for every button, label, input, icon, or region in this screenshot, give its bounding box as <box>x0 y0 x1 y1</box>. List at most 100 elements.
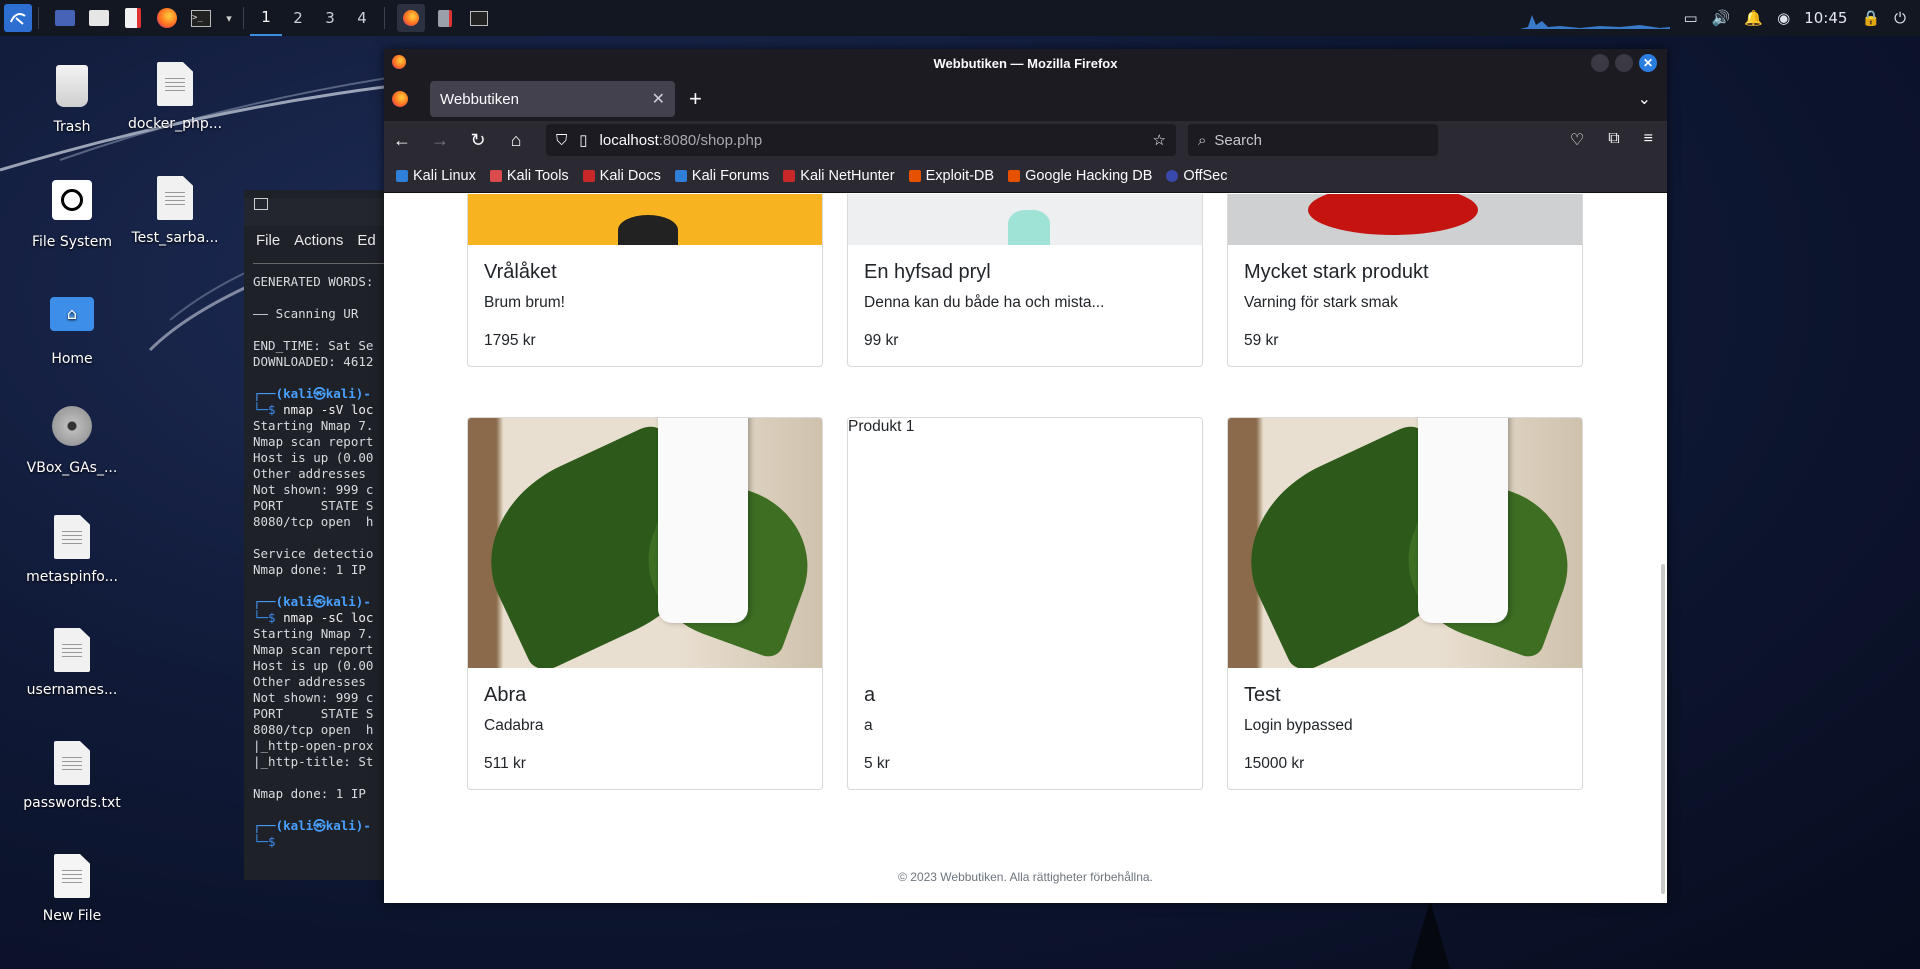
scrollbar[interactable] <box>1661 564 1665 894</box>
volume-icon[interactable]: 🔊 <box>1712 9 1731 27</box>
terminal-menu-actions[interactable]: Actions <box>294 232 343 249</box>
terminal-icon[interactable]: >_ <box>187 4 215 32</box>
product-image <box>848 194 1202 245</box>
workspace-3[interactable]: 3 <box>314 0 346 36</box>
editor-window-button[interactable] <box>431 4 459 32</box>
bookmark-google-hacking-db[interactable]: Google Hacking DB <box>1008 168 1152 184</box>
tab-webbutiken[interactable]: Webbutiken ✕ <box>430 81 675 117</box>
list-tabs-chevron-icon[interactable]: ⌄ <box>1638 89 1651 109</box>
terminal-menu-file[interactable]: File <box>256 232 280 249</box>
power-status-icon[interactable]: ◉ <box>1777 9 1790 27</box>
bookmark-kali-docs[interactable]: Kali Docs <box>582 168 661 184</box>
product-card[interactable]: Test Login bypassed 15000 kr <box>1227 417 1583 790</box>
desktop-icon-metaspinfo[interactable]: metaspinfo... <box>17 515 127 585</box>
workspace-2[interactable]: 2 <box>282 0 314 36</box>
firefox-window[interactable]: Webbutiken — Mozilla Firefox ✕ Webbutike… <box>384 49 1667 903</box>
screen-icon[interactable]: ▭ <box>1684 9 1698 27</box>
clock[interactable]: 10:45 <box>1804 9 1847 27</box>
bookmark-kali-linux[interactable]: Kali Linux <box>396 168 476 184</box>
document-icon <box>151 176 199 224</box>
workspace-4[interactable]: 4 <box>346 0 378 36</box>
search-input[interactable]: ⌕ Search <box>1188 124 1438 156</box>
reload-button[interactable]: ↻ <box>468 130 488 151</box>
product-image <box>468 418 822 668</box>
terminal-window[interactable]: File Actions Ed GENERATED WORDS: —— Scann… <box>244 190 394 880</box>
desktop-icon-label: metaspinfo... <box>26 569 118 585</box>
maximize-button[interactable] <box>1615 54 1633 72</box>
new-tab-button[interactable]: + <box>689 86 702 112</box>
back-button[interactable]: ← <box>392 130 412 151</box>
kali-menu-icon[interactable] <box>4 4 32 32</box>
bookmark-kali-tools[interactable]: Kali Tools <box>489 167 569 184</box>
desktop-icon-vbox[interactable]: VBox_GAs_... <box>17 402 127 476</box>
product-image <box>468 194 822 245</box>
terminal-line: └─$ nmap -sV loc <box>253 402 374 417</box>
show-desktop-icon[interactable] <box>51 4 79 32</box>
forward-button[interactable]: → <box>430 130 450 151</box>
desktop-icon-test-sarba[interactable]: Test_sarba... <box>120 176 230 246</box>
product-card[interactable]: Vrålåket Brum brum! 1795 kr <box>467 194 823 367</box>
pocket-icon[interactable]: ♡ <box>1570 130 1584 150</box>
desktop-icon-trash[interactable]: Trash <box>17 62 127 135</box>
workspace-1[interactable]: 1 <box>250 0 282 36</box>
bookmark-label: Kali Tools <box>506 167 569 184</box>
shield-icon[interactable]: ⛉ <box>556 132 567 149</box>
firefox-titlebar[interactable]: Webbutiken — Mozilla Firefox ✕ <box>384 49 1667 77</box>
product-card[interactable]: Mycket stark produkt Varning för stark s… <box>1227 194 1583 367</box>
terminal-menu-edit[interactable]: Ed <box>357 232 375 249</box>
firefox-titlebar-icon <box>392 55 406 69</box>
firefox-window-button[interactable] <box>397 4 425 32</box>
document-icon <box>48 854 96 902</box>
home-button[interactable]: ⌂ <box>506 130 526 151</box>
close-window-button[interactable]: ✕ <box>1639 54 1657 72</box>
kali-linux-icon <box>396 169 408 182</box>
minimize-button[interactable] <box>1591 54 1609 72</box>
terminal-line: Host is up (0.00 <box>253 450 374 465</box>
url-bar[interactable]: ⛉ ▯ localhost:8080/shop.php ☆ <box>546 124 1176 156</box>
desktop-icon-home[interactable]: ⌂ Home <box>17 289 127 367</box>
document-icon <box>48 741 96 789</box>
product-card[interactable]: Produkt 1 a a 5 kr <box>847 417 1203 790</box>
page-footer: © 2023 Webbutiken. Alla rättigheter förb… <box>898 870 1153 884</box>
bookmarks-toolbar: Kali Linux Kali Tools Kali Docs Kali For… <box>384 159 1667 193</box>
desktop-icon-passwords[interactable]: passwords.txt <box>17 741 127 811</box>
terminal-line: └─$ <box>253 834 276 849</box>
bookmark-exploit-db[interactable]: Exploit-DB <box>908 168 994 184</box>
bookmark-star-icon[interactable]: ☆ <box>1153 131 1166 149</box>
search-icon: ⌕ <box>1198 131 1207 149</box>
desktop-icon-new-file[interactable]: New File <box>17 854 127 924</box>
chevron-down-icon[interactable]: ▾ <box>221 4 237 32</box>
kali-nethunter-icon <box>783 169 796 182</box>
terminal-line: Not shown: 999 c <box>253 482 374 497</box>
text-editor-icon[interactable] <box>119 4 147 32</box>
terminal-line: ┌──(kali㉿kali)- <box>253 594 371 609</box>
menu-hamburger-icon[interactable]: ≡ <box>1644 130 1653 150</box>
firefox-icon[interactable] <box>153 4 181 32</box>
terminal-titlebar[interactable] <box>244 198 394 226</box>
bookmark-kali-forums[interactable]: Kali Forums <box>674 168 769 184</box>
product-image-broken: Produkt 1 <box>848 418 1202 668</box>
extensions-icon[interactable]: ⧉ <box>1608 130 1619 150</box>
product-price: 99 kr <box>864 332 899 349</box>
bookmark-offsec[interactable]: OffSec <box>1166 168 1227 184</box>
terminal-output[interactable]: GENERATED WORDS: —— Scanning UR END_TIME: … <box>244 264 394 850</box>
product-card[interactable]: En hyfsad pryl Denna kan du både ha och … <box>847 194 1203 367</box>
taskbar-separator <box>243 7 244 29</box>
notification-bell-icon[interactable]: 🔔 <box>1744 9 1763 27</box>
bookmark-kali-nethunter[interactable]: Kali NetHunter <box>783 168 895 184</box>
lock-icon[interactable]: 🔒 <box>1861 9 1880 27</box>
firefox-view-icon[interactable] <box>392 91 408 107</box>
desktop-icon-file-system[interactable]: File System <box>17 176 127 250</box>
desktop-icon-usernames[interactable]: usernames... <box>17 628 127 698</box>
terminal-line: Nmap done: 1 IP <box>253 562 366 577</box>
product-card[interactable]: Abra Cadabra 511 kr <box>467 417 823 790</box>
file-manager-icon[interactable] <box>85 4 113 32</box>
page-content[interactable]: Vrålåket Brum brum! 1795 kr En hyfsad pr… <box>384 194 1667 903</box>
close-tab-icon[interactable]: ✕ <box>652 89 665 109</box>
desktop-icon-docker-php[interactable]: docker_php... <box>120 62 230 132</box>
terminal-window-button[interactable] <box>465 4 493 32</box>
terminal-line: Host is up (0.00 <box>253 658 374 673</box>
logout-icon[interactable]: ⏻ <box>1894 9 1906 27</box>
